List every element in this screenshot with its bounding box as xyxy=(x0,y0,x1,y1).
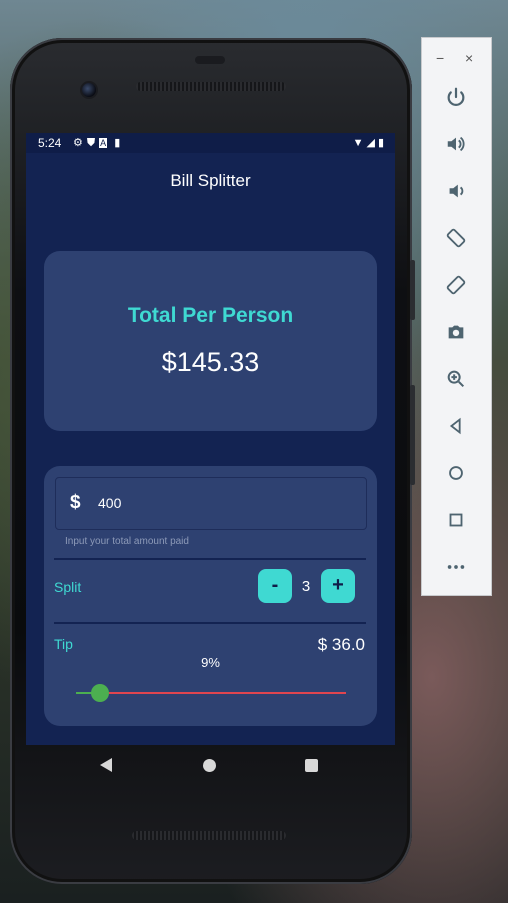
tip-label: Tip xyxy=(54,636,73,652)
zoom-icon[interactable] xyxy=(438,361,474,397)
divider xyxy=(54,622,366,624)
top-sensor xyxy=(195,56,225,64)
volume-up-icon[interactable] xyxy=(438,126,474,162)
android-nav-bar xyxy=(26,745,395,787)
divider xyxy=(54,558,366,560)
split-decrement-button[interactable]: - xyxy=(258,569,292,603)
bottom-speaker xyxy=(132,831,286,840)
signal-icon: ◢ xyxy=(366,137,378,149)
total-label: Total Per Person xyxy=(127,304,294,327)
back-icon[interactable] xyxy=(438,408,474,444)
rotate-right-icon[interactable] xyxy=(438,267,474,303)
minimize-button[interactable]: − xyxy=(436,50,444,66)
amount-value[interactable]: 400 xyxy=(98,495,121,511)
back-icon[interactable] xyxy=(100,758,112,772)
phone-side-button xyxy=(410,260,415,320)
tip-amount: $ 36.0 xyxy=(317,635,365,654)
earpiece-speaker xyxy=(136,82,286,91)
split-increment-button[interactable]: + xyxy=(321,569,355,603)
status-right-icons: ▼◢▮ xyxy=(353,136,387,149)
home-icon[interactable] xyxy=(203,759,216,772)
amount-helper-text: Input your total amount paid xyxy=(65,536,189,547)
status-left-icons: ⚙⛊A ▮ xyxy=(73,136,124,150)
camera-icon[interactable] xyxy=(438,314,474,350)
rotate-left-icon[interactable] xyxy=(438,220,474,256)
a-icon: A xyxy=(99,138,108,148)
wifi-icon: ▼ xyxy=(352,137,367,149)
status-time: 5:24 xyxy=(38,136,62,150)
app-screen: 5:24 ⚙⛊A ▮ ▼◢▮ Bill Splitter Total Per P… xyxy=(26,133,395,745)
shield-icon: ⛊ xyxy=(86,137,100,149)
status-bar: 5:24 ⚙⛊A ▮ ▼◢▮ xyxy=(26,133,395,153)
volume-down-icon[interactable] xyxy=(438,173,474,209)
more-icon[interactable] xyxy=(438,549,474,585)
amount-input[interactable]: $ 400 xyxy=(55,477,367,530)
tip-percent: 9% xyxy=(201,655,220,670)
front-camera xyxy=(80,81,98,99)
close-button[interactable]: × xyxy=(465,50,473,66)
home-icon[interactable] xyxy=(438,455,474,491)
sd-card-icon: ▮ xyxy=(114,137,125,149)
split-label: Split xyxy=(54,579,82,595)
dollar-icon: $ xyxy=(70,492,81,513)
total-value: $145.33 xyxy=(161,347,260,377)
app-title: Bill Splitter xyxy=(170,171,251,190)
emulator-toolbar: − × xyxy=(421,37,492,596)
split-count: 3 xyxy=(301,578,311,595)
phone-side-button xyxy=(410,385,415,485)
power-icon[interactable] xyxy=(438,79,474,115)
battery-icon: ▮ xyxy=(377,137,387,149)
gear-icon: ⚙ xyxy=(73,137,87,149)
overview-icon[interactable] xyxy=(438,502,474,538)
recents-icon[interactable] xyxy=(305,759,318,772)
tip-slider-thumb[interactable] xyxy=(91,684,110,702)
tip-slider-track[interactable] xyxy=(76,692,346,694)
total-per-person-card: Total Per Person $145.33 xyxy=(44,251,377,431)
bill-input-card: $ 400 Input your total amount paid Split… xyxy=(44,466,377,726)
